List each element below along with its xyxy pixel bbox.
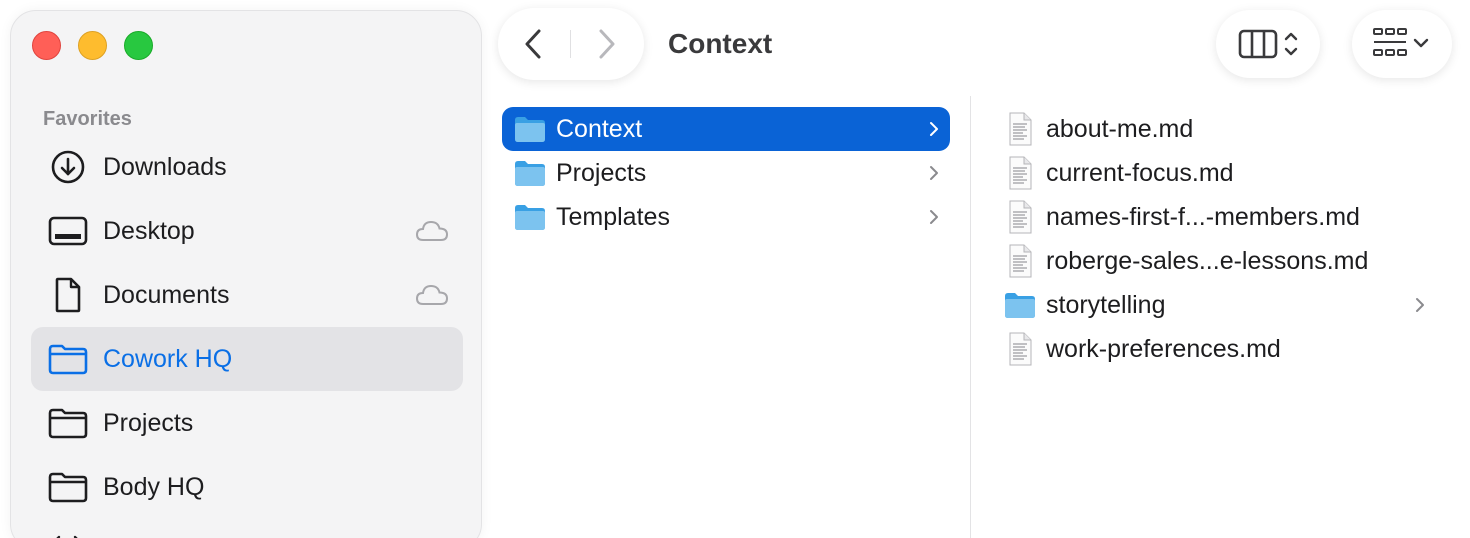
column-divider[interactable]: [970, 96, 971, 538]
markdown-file-icon: [1009, 156, 1032, 190]
row-label: names-first-f...-members.md: [1046, 202, 1360, 231]
folder-icon: [48, 408, 88, 439]
row-label: current-focus.md: [1046, 158, 1234, 187]
sidebar-item-label: Downloads: [103, 152, 227, 181]
column-row-projects[interactable]: Projects: [502, 151, 950, 195]
sidebar-item-projects[interactable]: Projects: [31, 391, 463, 455]
folder-icon: [48, 344, 88, 375]
folder-icon: [515, 117, 545, 142]
folder-icon: [515, 161, 545, 186]
sidebar-item-label: Cowork HQ: [103, 344, 233, 373]
minimize-button[interactable]: [78, 31, 107, 60]
file-row[interactable]: current-focus.md: [996, 151, 1436, 195]
finder-window: Favorites Downloads Desktop Documents Co…: [0, 0, 1470, 538]
chevron-right-icon: [930, 210, 938, 224]
maximize-button[interactable]: [124, 31, 153, 60]
close-button[interactable]: [32, 31, 61, 60]
grid-group-icon: [1373, 28, 1429, 56]
folder-row[interactable]: storytelling: [996, 283, 1436, 327]
markdown-file-icon: [1009, 200, 1032, 234]
column-view-icon: [1238, 29, 1298, 59]
chevron-right-icon: [599, 29, 615, 59]
markdown-file-icon: [1009, 112, 1032, 146]
sidebar-item-partial-icon: [56, 535, 78, 538]
forward-button[interactable]: [586, 26, 626, 62]
row-label: Projects: [556, 158, 647, 187]
view-mode-button[interactable]: [1216, 10, 1320, 78]
sidebar-item-label: Documents: [103, 280, 230, 309]
chevron-left-icon: [525, 29, 541, 59]
chevron-right-icon: [1416, 298, 1424, 312]
icloud-icon: [415, 220, 449, 241]
column-row-context[interactable]: Context: [502, 107, 950, 151]
sidebar-item-body-hq[interactable]: Body HQ: [31, 455, 463, 519]
folder-icon: [515, 205, 545, 230]
window-title: Context: [668, 28, 773, 59]
sidebar-item-desktop[interactable]: Desktop: [31, 199, 463, 263]
divider: [570, 30, 571, 58]
markdown-file-icon: [1009, 244, 1032, 278]
folder-icon: [1005, 293, 1035, 318]
sidebar-item-cowork-hq[interactable]: Cowork HQ: [31, 327, 463, 391]
sidebar: Favorites Downloads Desktop Documents Co…: [10, 10, 482, 538]
row-label: Context: [556, 114, 643, 143]
file-row[interactable]: work-preferences.md: [996, 327, 1436, 371]
chevron-right-icon: [930, 122, 938, 136]
chevron-right-icon: [930, 166, 938, 180]
row-label: work-preferences.md: [1046, 334, 1281, 363]
file-row[interactable]: roberge-sales...e-lessons.md: [996, 239, 1436, 283]
group-by-button[interactable]: [1352, 10, 1452, 78]
column-row-templates[interactable]: Templates: [502, 195, 950, 239]
icloud-icon: [415, 284, 449, 305]
row-label: roberge-sales...e-lessons.md: [1046, 246, 1369, 275]
navigation-controls: [498, 8, 644, 80]
file-row[interactable]: names-first-f...-members.md: [996, 195, 1436, 239]
sidebar-section-favorites: Favorites: [43, 108, 132, 130]
row-label: Templates: [556, 202, 670, 231]
sidebar-item-label: Desktop: [103, 216, 195, 245]
folder-icon: [48, 472, 88, 503]
sidebar-item-label: Body HQ: [103, 472, 205, 501]
sidebar-item-documents[interactable]: Documents: [31, 263, 463, 327]
row-label: about-me.md: [1046, 114, 1194, 143]
back-button[interactable]: [514, 26, 554, 62]
desktop-icon: [48, 216, 88, 246]
row-label: storytelling: [1046, 290, 1166, 319]
download-icon: [51, 150, 85, 184]
sidebar-item-downloads[interactable]: Downloads: [31, 135, 463, 199]
file-row[interactable]: about-me.md: [996, 107, 1436, 151]
document-icon: [55, 277, 81, 313]
markdown-file-icon: [1009, 332, 1032, 366]
sidebar-item-label: Projects: [103, 408, 194, 437]
